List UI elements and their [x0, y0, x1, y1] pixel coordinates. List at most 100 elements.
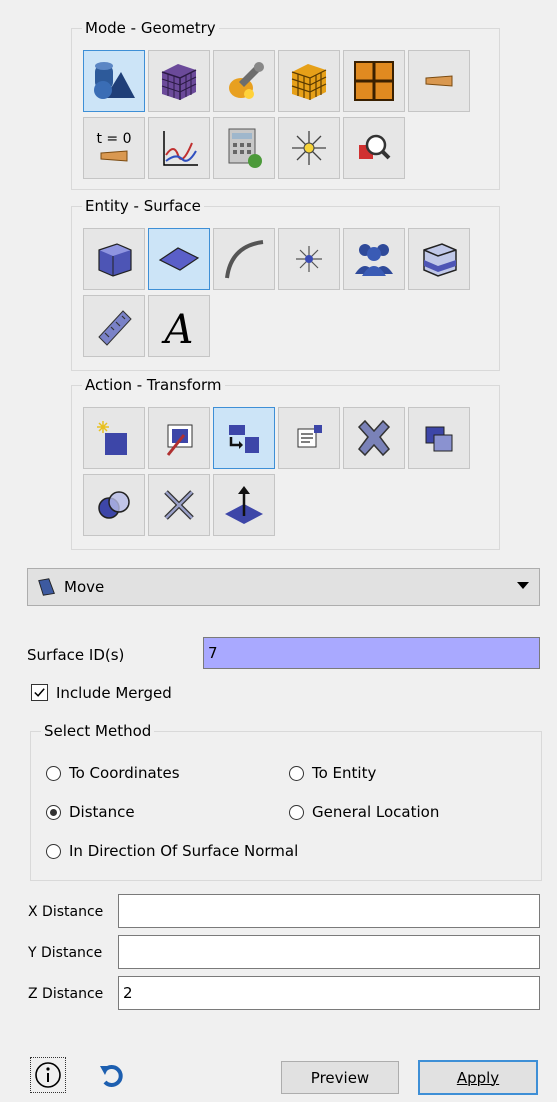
- y-distance-input[interactable]: [118, 935, 540, 969]
- include-merged-label: Include Merged: [56, 684, 172, 702]
- curve-icon: [225, 240, 264, 279]
- operation-dropdown[interactable]: Move: [27, 568, 540, 606]
- group-button[interactable]: [343, 228, 405, 290]
- radio-circle: [289, 765, 304, 781]
- mesh-mode-button[interactable]: [148, 50, 210, 112]
- radio-to-coordinates[interactable]: To Coordinates: [46, 764, 180, 782]
- magnify-inspect-button[interactable]: [343, 117, 405, 179]
- calculator-button[interactable]: [213, 117, 275, 179]
- preview-button[interactable]: Preview: [281, 1061, 399, 1094]
- boolean-icon: [98, 491, 130, 519]
- measure-ruler-icon: [98, 310, 132, 346]
- imprint-icon: [225, 486, 263, 524]
- info-icon: [35, 1062, 61, 1088]
- radio-general-location[interactable]: General Location: [289, 803, 439, 821]
- volume-icon: [98, 243, 132, 277]
- select-method-title: Select Method: [41, 722, 155, 740]
- y-distance-label: Y Distance: [28, 945, 103, 961]
- select-method-group: Select Method To Coordinates To Entity D…: [30, 722, 542, 881]
- copy-icon: [425, 426, 453, 452]
- time-zero-button[interactable]: t = 0: [83, 117, 145, 179]
- material-icon: [425, 75, 453, 87]
- radio-label: To Coordinates: [69, 764, 180, 782]
- text-annotation-button[interactable]: A: [148, 295, 210, 357]
- webcut-button[interactable]: [148, 474, 210, 536]
- time-zero-icon: t = 0: [96, 131, 132, 162]
- text-annotation-icon: A: [161, 307, 194, 349]
- blocks-mode-icon: [291, 64, 327, 100]
- copy-button[interactable]: [408, 407, 470, 469]
- radio-circle: [289, 804, 304, 820]
- surface-move-icon: [38, 578, 55, 596]
- plot-graph-icon: [163, 131, 198, 166]
- group-icon: [355, 244, 393, 276]
- radio-label: Distance: [69, 803, 135, 821]
- imprint-button[interactable]: [213, 474, 275, 536]
- operation-label: Move: [64, 578, 105, 596]
- analysis-star-button[interactable]: [278, 117, 340, 179]
- entity-surface-group: Entity - Surface A: [71, 197, 500, 371]
- reset-button[interactable]: [94, 1057, 130, 1093]
- create-icon: [97, 421, 127, 455]
- radio-circle: [46, 843, 61, 859]
- plot-graph-button[interactable]: [148, 117, 210, 179]
- radio-label: In Direction Of Surface Normal: [69, 842, 299, 860]
- vertex-icon: [296, 246, 322, 272]
- boundary-conditions-button[interactable]: [213, 50, 275, 112]
- x-distance-input[interactable]: [118, 894, 540, 928]
- delete-button[interactable]: [343, 407, 405, 469]
- transform-button[interactable]: [213, 407, 275, 469]
- magnify-inspect-icon: [359, 134, 391, 160]
- properties-button[interactable]: [278, 407, 340, 469]
- info-button[interactable]: [30, 1057, 66, 1093]
- mode-geometry-title: Mode - Geometry: [82, 19, 219, 37]
- radio-label: To Entity: [312, 764, 377, 782]
- action-transform-group: Action - Transform: [71, 376, 500, 550]
- action-transform-title: Action - Transform: [82, 376, 225, 394]
- material-button[interactable]: [408, 50, 470, 112]
- chevron-down-icon: [517, 582, 529, 589]
- z-distance-label: Z Distance: [28, 986, 104, 1002]
- reset-icon: [100, 1065, 123, 1087]
- entity-surface-title: Entity - Surface: [82, 197, 204, 215]
- geometry-mode-button[interactable]: [83, 50, 145, 112]
- analysis-star-icon: [292, 131, 326, 165]
- grid-mode-icon: [354, 61, 394, 101]
- create-button[interactable]: [83, 407, 145, 469]
- modify-icon: [166, 424, 193, 456]
- surface-icon: [158, 247, 200, 271]
- checkmark-icon: [34, 688, 45, 697]
- surface-ids-input[interactable]: 7: [203, 637, 540, 669]
- radio-to-entity[interactable]: To Entity: [289, 764, 376, 782]
- radio-label: General Location: [312, 803, 440, 821]
- radio-in-direction-of-surface-normal[interactable]: In Direction Of Surface Normal: [46, 842, 298, 860]
- surface-button[interactable]: [148, 228, 210, 290]
- webcut-icon: [164, 490, 194, 520]
- radio-circle: [46, 765, 61, 781]
- delete-icon: [357, 419, 391, 457]
- vertex-button[interactable]: [278, 228, 340, 290]
- z-distance-input[interactable]: 2: [118, 976, 540, 1010]
- geometry-mode-icon: [94, 62, 135, 99]
- transform-icon: [229, 425, 259, 453]
- svg-text:t = 0: t = 0: [96, 131, 131, 147]
- modify-button[interactable]: [148, 407, 210, 469]
- blocks-mode-button[interactable]: [278, 50, 340, 112]
- curve-button[interactable]: [213, 228, 275, 290]
- volume-button[interactable]: [83, 228, 145, 290]
- mode-geometry-group: Mode - Geometry t = 0: [71, 19, 500, 190]
- body-button[interactable]: [408, 228, 470, 290]
- body-icon: [423, 243, 457, 277]
- calculator-icon: [228, 128, 262, 168]
- boundary-conditions-icon: [229, 62, 264, 99]
- include-merged-checkbox[interactable]: [31, 684, 48, 701]
- radio-distance[interactable]: Distance: [46, 803, 135, 821]
- x-distance-label: X Distance: [28, 904, 104, 920]
- boolean-button[interactable]: [83, 474, 145, 536]
- radio-circle-selected: [46, 804, 61, 820]
- apply-button[interactable]: Apply: [418, 1060, 538, 1095]
- measure-ruler-button[interactable]: [83, 295, 145, 357]
- surface-ids-label: Surface ID(s): [27, 646, 125, 664]
- mesh-mode-icon: [161, 64, 197, 100]
- grid-mode-button[interactable]: [343, 50, 405, 112]
